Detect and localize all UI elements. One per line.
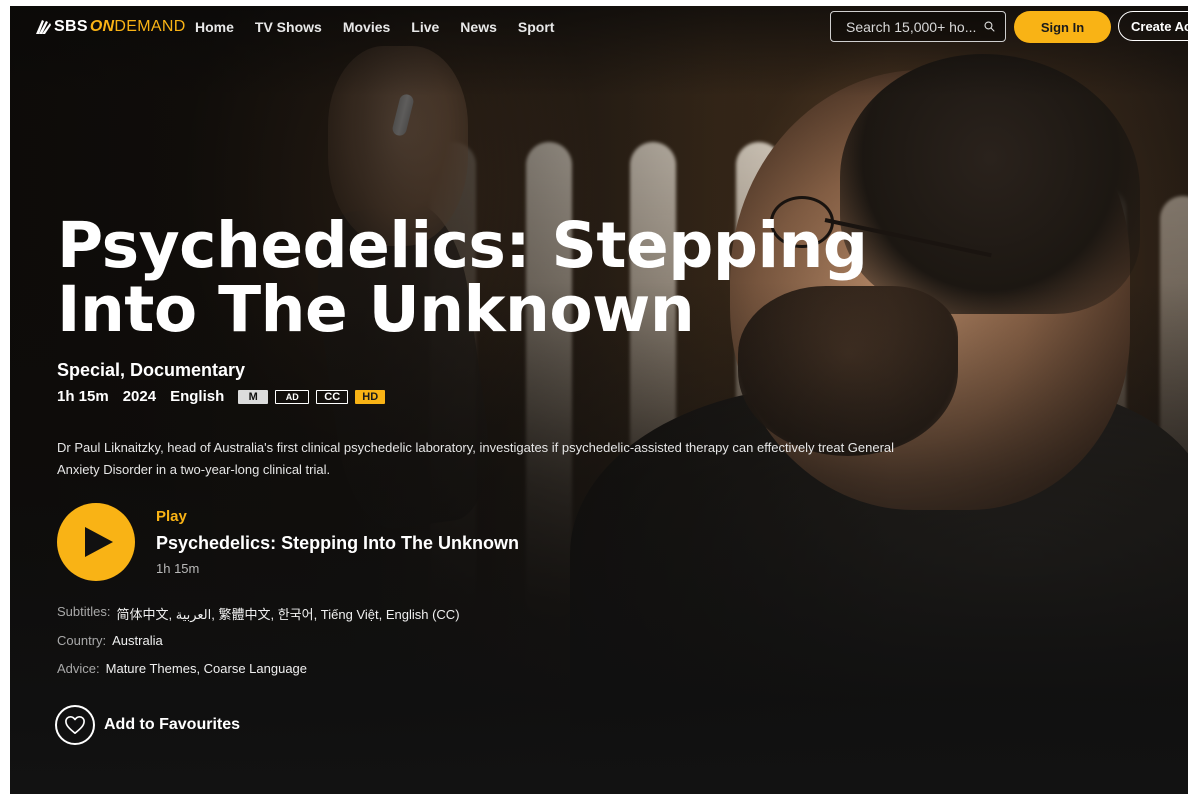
top-navigation-bar: SBS ON DEMAND Home TV Shows Movies Live …: [10, 6, 1188, 50]
country-value: Australia: [112, 633, 163, 648]
program-description: Dr Paul Liknaitzky, head of Australia's …: [57, 440, 895, 477]
logo-demand-text: DEMAND: [114, 18, 186, 35]
advice-label: Advice:: [57, 661, 100, 676]
program-title: Psychedelics: Stepping Into The Unknown: [57, 209, 868, 346]
sign-in-button[interactable]: Sign In: [1014, 11, 1111, 43]
advice-row: Advice: Mature Themes, Coarse Language: [57, 661, 307, 676]
nav-sport[interactable]: Sport: [518, 19, 555, 35]
advice-value: Mature Themes, Coarse Language: [105, 661, 308, 676]
program-genres: Special, Documentary: [57, 360, 246, 380]
program-duration: 1h 15m: [57, 388, 109, 405]
nav-news[interactable]: News: [460, 19, 497, 35]
country-row: Country: Australia: [57, 633, 163, 648]
main-nav: Home TV Shows Movies Live News Sport: [195, 19, 554, 35]
captions-badge: CC: [316, 389, 349, 404]
play-icon: [85, 527, 113, 557]
sbs-on-demand-logo[interactable]: SBS ON DEMAND: [34, 18, 186, 36]
add-to-favourites-button[interactable]: Add to Favourites: [55, 705, 240, 745]
hero-page: SBS ON DEMAND Home TV Shows Movies Live …: [10, 6, 1188, 794]
favourite-circle[interactable]: [55, 705, 95, 745]
search-icon[interactable]: [984, 19, 995, 34]
create-account-button[interactable]: Create Ac: [1118, 11, 1188, 41]
episode-title[interactable]: Psychedelics: Stepping Into The Unknown: [156, 533, 519, 554]
hd-badge: HD: [355, 389, 386, 404]
nav-home[interactable]: Home: [195, 19, 234, 35]
rating-badge: M: [238, 389, 269, 404]
audio-description-badge: AD: [275, 389, 310, 404]
logo-on-text: ON: [89, 18, 115, 35]
play-button[interactable]: [57, 503, 135, 581]
country-label: Country:: [57, 633, 107, 648]
logo-sbs-text: SBS: [54, 18, 88, 35]
subtitles-label: Subtitles:: [57, 604, 111, 619]
subtitles-value: 简体中文, العربية, 繁體中文, 한국어, Tiếng Việt, En…: [116, 607, 460, 622]
add-to-favourites-label[interactable]: Add to Favourites: [104, 716, 240, 734]
heart-icon: [65, 716, 85, 734]
play-label[interactable]: Play: [156, 508, 187, 525]
nav-movies[interactable]: Movies: [343, 19, 390, 35]
search-box[interactable]: [830, 11, 1006, 42]
search-input[interactable]: [844, 17, 984, 36]
program-language: English: [170, 388, 225, 405]
program-meta: 1h 15m 2024 English M AD CC HD: [57, 388, 392, 405]
sbs-fan-icon: [36, 20, 51, 34]
nav-live[interactable]: Live: [411, 19, 439, 35]
episode-duration: 1h 15m: [156, 561, 200, 576]
subtitles-row: Subtitles: 简体中文, العربية, 繁體中文, 한국어, Tiế…: [57, 604, 460, 623]
program-year: 2024: [122, 388, 157, 405]
nav-tv-shows[interactable]: TV Shows: [255, 19, 322, 35]
